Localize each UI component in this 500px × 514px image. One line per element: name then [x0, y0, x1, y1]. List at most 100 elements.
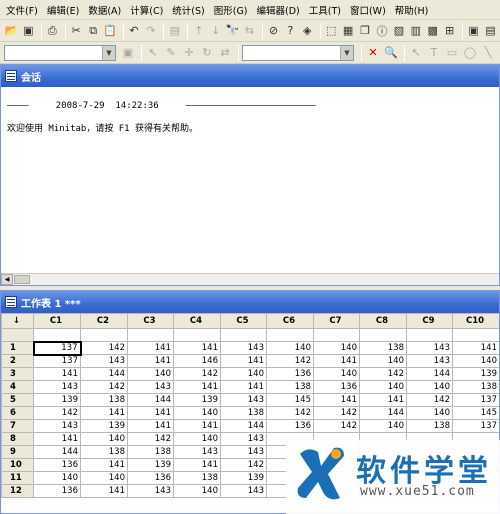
save-icon[interactable]: ▣	[21, 23, 36, 39]
data-cell[interactable]: 139	[127, 458, 174, 472]
menu-item[interactable]: 图形(G)	[214, 3, 248, 17]
data-cell[interactable]: 142	[406, 393, 453, 407]
data-cell[interactable]: 141	[33, 367, 81, 381]
column-name-cell[interactable]	[33, 328, 81, 342]
data-cell[interactable]: 142	[80, 380, 128, 394]
replace-icon[interactable]: ⇆	[242, 23, 257, 39]
paste-icon[interactable]: 📋	[103, 23, 118, 39]
column-name-cell[interactable]	[313, 328, 360, 342]
brush-icon[interactable]: ▣	[120, 45, 136, 61]
data-cell[interactable]: 144	[80, 367, 128, 381]
data-cell[interactable]: 143	[33, 380, 81, 394]
column-header[interactable]: C3	[127, 313, 174, 329]
worksheet-icon[interactable]: ▦	[341, 23, 356, 39]
data-cell[interactable]: 141	[220, 354, 267, 368]
data-cell[interactable]: 140	[313, 341, 360, 355]
data-cell[interactable]: 142	[313, 406, 360, 420]
name-row-header[interactable]	[1, 328, 34, 342]
data-cell[interactable]: 144	[359, 406, 407, 420]
data-cell[interactable]: 142	[266, 406, 314, 420]
column-header[interactable]: C6	[266, 313, 314, 329]
data-cell[interactable]: 141	[313, 354, 360, 368]
find-icon[interactable]: 🔭	[225, 23, 240, 39]
data-cell[interactable]: 142	[127, 432, 174, 446]
close-all-icon[interactable]: ⊞	[442, 23, 457, 39]
column-header[interactable]: C2	[80, 313, 128, 329]
data-cell[interactable]: 141	[173, 341, 221, 355]
menu-item[interactable]: 编辑(E)	[47, 3, 79, 17]
data-cell[interactable]: 136	[266, 419, 314, 433]
related-icon[interactable]: ▣	[466, 23, 481, 39]
column-name-cell[interactable]	[359, 328, 407, 342]
data-cell[interactable]: 140	[173, 484, 221, 498]
delete-icon[interactable]: ✕	[365, 45, 381, 61]
data-cell[interactable]: 138	[359, 341, 407, 355]
data-cell[interactable]: 143	[220, 341, 267, 355]
window-icon[interactable]: ❐	[358, 23, 373, 39]
data-cell[interactable]: 138	[452, 380, 499, 394]
data-cell[interactable]: 143	[33, 419, 81, 433]
down-arrow-icon[interactable]: ↓	[208, 23, 223, 39]
data-cell[interactable]: 143	[173, 445, 221, 459]
data-cell[interactable]: 145	[266, 393, 314, 407]
data-cell[interactable]: 141	[80, 458, 128, 472]
data-cell[interactable]: 137	[32, 340, 82, 356]
up-arrow-icon[interactable]: ↑	[191, 23, 206, 39]
column-header[interactable]: C10	[452, 313, 499, 329]
data-cell[interactable]: 141	[452, 341, 499, 355]
row-number[interactable]: 11	[1, 471, 34, 485]
data-cell[interactable]: 137	[33, 354, 81, 368]
data-cell[interactable]: 141	[127, 354, 174, 368]
data-cell[interactable]: 141	[127, 341, 174, 355]
column-name-cell[interactable]	[173, 328, 221, 342]
line-icon[interactable]: ╲	[480, 45, 496, 61]
column-header[interactable]: C8	[359, 313, 407, 329]
show-session-icon[interactable]: ▤	[167, 23, 182, 39]
copy-icon[interactable]: ⧉	[86, 23, 101, 39]
data-cell[interactable]: 138	[80, 445, 128, 459]
print-icon[interactable]: ⎙	[45, 23, 60, 39]
row-number[interactable]: 7	[1, 419, 34, 433]
ellipse-icon[interactable]: ◯	[462, 45, 478, 61]
data-cell[interactable]: 141	[127, 406, 174, 420]
menu-item[interactable]: 统计(S)	[172, 3, 204, 17]
info-icon[interactable]: ⓘ	[375, 23, 390, 39]
data-cell[interactable]: 143	[220, 432, 267, 446]
data-cell[interactable]: 138	[127, 445, 174, 459]
menu-item[interactable]: 编辑器(D)	[257, 3, 300, 17]
data-cell[interactable]: 137	[452, 419, 499, 433]
cut-icon[interactable]: ✂	[69, 23, 84, 39]
help-icon[interactable]: ?	[283, 23, 298, 39]
menu-item[interactable]: 帮助(H)	[395, 3, 429, 17]
data-cell[interactable]: 139	[80, 419, 128, 433]
chevron-down-icon[interactable]: ▼	[340, 45, 353, 60]
column-name-cell[interactable]	[452, 328, 499, 342]
pointer-icon[interactable]: ↖	[408, 45, 424, 61]
row-number[interactable]: 3	[1, 367, 34, 381]
data-cell[interactable]: 139	[33, 393, 81, 407]
data-cell[interactable]: 140	[33, 471, 81, 485]
cube-icon[interactable]: ◈	[300, 23, 315, 39]
column-name-cell[interactable]	[220, 328, 267, 342]
column-header[interactable]: C5	[220, 313, 267, 329]
row-number[interactable]: 5	[1, 393, 34, 407]
redo-icon[interactable]: ↷	[143, 23, 158, 39]
column-header[interactable]: C4	[173, 313, 221, 329]
corner-cell[interactable]: ↓	[1, 313, 34, 329]
data-cell[interactable]: 140	[127, 367, 174, 381]
data-cell[interactable]: 143	[406, 354, 453, 368]
data-cell[interactable]: 138	[406, 419, 453, 433]
swap-icon[interactable]: ⇄	[217, 45, 233, 61]
row-number[interactable]: 8	[1, 432, 34, 446]
select-arrow-icon[interactable]: ↖	[145, 45, 161, 61]
data-cell[interactable]: 138	[173, 471, 221, 485]
data-cell[interactable]: 138	[266, 380, 314, 394]
data-cell[interactable]: 140	[406, 380, 453, 394]
worksheet-combo[interactable]: ▼	[4, 44, 116, 61]
data-cell[interactable]: 136	[127, 471, 174, 485]
data-cell[interactable]: 144	[33, 445, 81, 459]
data-cell[interactable]: 144	[406, 367, 453, 381]
row-number[interactable]: 6	[1, 406, 34, 420]
horizontal-scrollbar[interactable]: ◀	[1, 273, 499, 285]
data-cell[interactable]: 140	[80, 471, 128, 485]
